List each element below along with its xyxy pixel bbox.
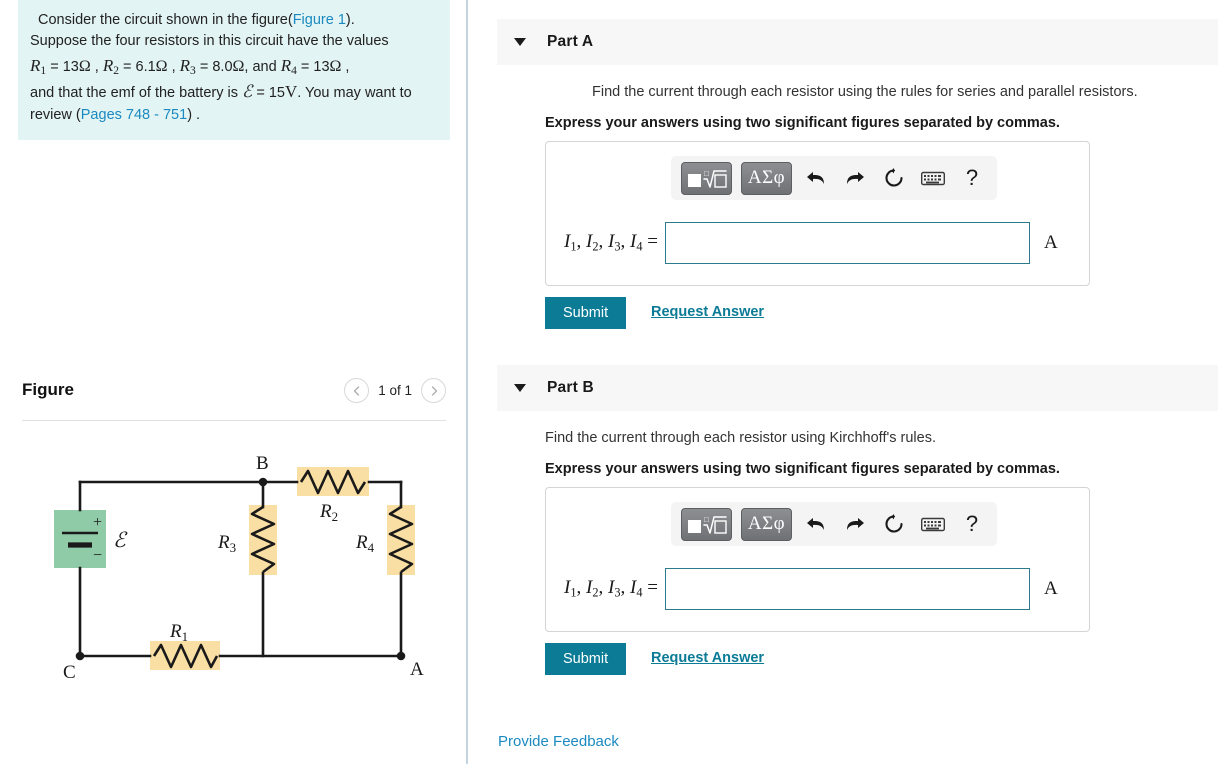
- figure-1-link[interactable]: Figure 1: [293, 12, 346, 28]
- part-b-prompt: Find the current through each resistor u…: [545, 430, 936, 446]
- circuit-wires: [78, 480, 403, 658]
- node-c-label: C: [63, 662, 76, 683]
- figure-next-button[interactable]: [421, 378, 446, 403]
- part-a-label: Part A: [547, 33, 594, 50]
- reset-circle-icon[interactable]: [879, 162, 909, 194]
- r3-unit: Ω: [232, 57, 245, 75]
- right-panel: Part A Find the current through each res…: [468, 0, 1218, 764]
- r3-value: = 8.0: [199, 58, 233, 75]
- r2-unit: Ω: [155, 57, 168, 75]
- figure-prev-button[interactable]: [344, 378, 370, 403]
- figure-divider: [22, 420, 446, 421]
- keyboard-icon[interactable]: [918, 508, 948, 540]
- circuit-svg: + − ℰ B C A R2 R1 R3 R4: [54, 453, 424, 683]
- emf-value: = 15: [256, 85, 285, 102]
- part-a-prompt: Find the current through each resistor u…: [592, 84, 1138, 100]
- emf-text: and that the emf of the battery is: [30, 85, 238, 102]
- node-c-dot: [75, 651, 85, 661]
- r1-label: R1: [169, 621, 188, 644]
- part-a-request-answer-link[interactable]: Request Answer: [651, 304, 764, 320]
- math-template-icon[interactable]: □: [681, 507, 732, 541]
- node-a-label: A: [410, 659, 424, 680]
- part-b-unit: A: [1043, 578, 1058, 599]
- figure-title: Figure: [22, 380, 74, 399]
- battery-plus-sign: +: [93, 514, 102, 531]
- r2-symbol: R2: [102, 55, 119, 78]
- reset-circle-icon[interactable]: [879, 508, 909, 540]
- node-b-label: B: [256, 455, 269, 474]
- chevron-right-icon: [428, 385, 440, 397]
- part-b-answer-card: □ ΑΣφ ? I1, I2, I3, I4 = A: [545, 487, 1090, 632]
- part-a-header[interactable]: Part A: [497, 19, 1218, 65]
- and-word: , and: [244, 58, 277, 75]
- part-b-submit-button[interactable]: Submit: [545, 643, 627, 675]
- r1-value: = 13: [50, 58, 79, 75]
- problem-text-1: Consider the circuit shown in the figure…: [38, 12, 293, 28]
- circuit-diagram: + − ℰ B C A R2 R1 R3 R4: [20, 453, 450, 720]
- r3-symbol: R3: [179, 55, 196, 78]
- part-a-answer-label: I1, I2, I3, I4 =: [564, 231, 658, 254]
- part-a-answer-card: □ ΑΣφ ? I1, I2, I3, I4 = A: [545, 141, 1090, 286]
- review-tail: ) .: [187, 106, 201, 123]
- redo-arrow-icon[interactable]: [840, 162, 870, 194]
- pages-link[interactable]: Pages 748 - 751: [81, 107, 187, 123]
- left-panel: Consider the circuit shown in the figure…: [0, 0, 466, 764]
- battery-minus-sign: −: [93, 547, 102, 564]
- greek-symbols-button[interactable]: ΑΣφ: [741, 161, 792, 195]
- chevron-left-icon: [351, 385, 363, 397]
- page-root: Consider the circuit shown in the figure…: [0, 0, 1218, 764]
- node-b-dot: [258, 477, 268, 487]
- node-a-dot: [396, 651, 406, 661]
- part-b-answer-input[interactable]: [664, 568, 1030, 610]
- part-a-math-toolbar: □ ΑΣφ ?: [671, 156, 997, 200]
- help-button[interactable]: ?: [957, 508, 987, 540]
- caret-down-icon: [514, 384, 526, 392]
- battery-emf-label: ℰ: [113, 528, 128, 552]
- problem-text-2: Suppose the four resistors in this circu…: [30, 33, 389, 50]
- part-a-unit: A: [1043, 232, 1058, 253]
- greek-symbols-button[interactable]: ΑΣφ: [741, 507, 792, 541]
- problem-statement: Consider the circuit shown in the figure…: [18, 0, 450, 141]
- part-b-answer-row: I1, I2, I3, I4 = A: [564, 568, 1058, 610]
- r4-symbol: R4: [280, 55, 297, 78]
- svg-text:□: □: [704, 515, 709, 524]
- emf-symbol: ℰ: [242, 82, 253, 102]
- part-a-submit-button[interactable]: Submit: [545, 297, 627, 329]
- part-b-answer-label: I1, I2, I3, I4 =: [564, 577, 658, 600]
- r3-label: R3: [217, 532, 236, 555]
- undo-arrow-icon[interactable]: [801, 508, 831, 540]
- emf-unit: V: [284, 82, 298, 102]
- r4-value: = 13: [300, 58, 330, 75]
- part-a-answer-row: I1, I2, I3, I4 = A: [564, 222, 1058, 264]
- keyboard-icon[interactable]: [918, 162, 948, 194]
- caret-down-icon: [514, 38, 526, 46]
- undo-arrow-icon[interactable]: [801, 162, 831, 194]
- help-button[interactable]: ?: [957, 162, 987, 194]
- figure-header: Figure 1 of 1: [22, 378, 446, 414]
- provide-feedback-link[interactable]: Provide Feedback: [498, 733, 619, 750]
- r1-unit: Ω: [78, 57, 91, 75]
- r1-symbol: R1: [30, 55, 47, 78]
- part-b-header[interactable]: Part B: [497, 365, 1218, 411]
- part-b-label: Part B: [547, 379, 594, 396]
- svg-text:□: □: [704, 169, 709, 178]
- part-a-answer-input[interactable]: [664, 222, 1030, 264]
- math-template-icon[interactable]: □: [681, 161, 732, 195]
- problem-text-1b: ).: [345, 12, 355, 28]
- figure-nav: 1 of 1: [344, 378, 446, 403]
- part-b-express: Express your answers using two significa…: [545, 461, 1060, 477]
- part-a-express: Express your answers using two significa…: [545, 115, 1060, 131]
- figure-count: 1 of 1: [378, 383, 412, 398]
- r4-label: R4: [355, 532, 375, 555]
- part-b-request-answer-link[interactable]: Request Answer: [651, 650, 764, 666]
- r4-unit: Ω: [329, 57, 342, 75]
- part-b-math-toolbar: □ ΑΣφ ?: [671, 502, 997, 546]
- r2-label: R2: [319, 501, 338, 524]
- redo-arrow-icon[interactable]: [840, 508, 870, 540]
- r2-value: = 6.1: [123, 58, 156, 75]
